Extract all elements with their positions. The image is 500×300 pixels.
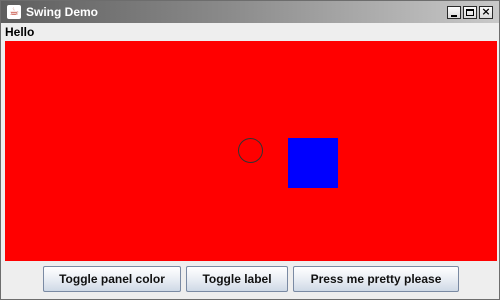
press-me-button[interactable]: Press me pretty please (293, 266, 459, 292)
close-icon: × (481, 5, 491, 18)
minimize-button[interactable] (447, 6, 461, 19)
toggle-label-button[interactable]: Toggle label (186, 266, 288, 292)
title-bar[interactable]: ☕ Swing Demo × (1, 1, 499, 23)
close-button[interactable]: × (479, 6, 493, 19)
toggle-panel-color-button[interactable]: Toggle panel color (43, 266, 181, 292)
maximize-button[interactable] (463, 6, 477, 19)
drawing-panel (5, 41, 497, 261)
minimize-icon (451, 15, 457, 17)
circle-shape (238, 138, 263, 163)
app-window: ☕ Swing Demo × Hello Toggle panel color … (0, 0, 500, 300)
maximize-icon (466, 9, 474, 16)
hello-label: Hello (5, 25, 35, 39)
blue-square-shape (288, 138, 338, 188)
java-cup-icon[interactable]: ☕ (7, 5, 21, 19)
button-bar: Toggle panel color Toggle label Press me… (1, 262, 499, 299)
window-title: Swing Demo (26, 5, 99, 19)
